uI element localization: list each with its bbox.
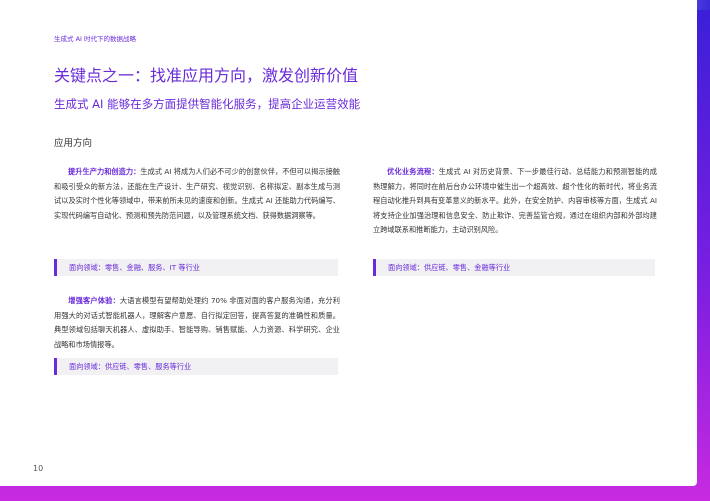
block-customer: 增强客户体验：大语言模型有望帮助处理约 70% 非面对面的客户服务沟通，充分利用… [54,294,340,352]
domain-tag: 面向领域：供应链、零售、服务等行业 [54,358,338,375]
page: 生成式 AI 时代下的数据战略 关键点之一：找准应用方向，激发创新价值 生成式 … [0,0,697,486]
domain-tag: 面向领域：供应链、零售、金融等行业 [373,259,655,276]
block-body: 生成式 AI 对历史背景、下一步最佳行动、总结能力和预测智能的成熟理解力，将同时… [373,167,657,235]
block-process: 优化业务流程：生成式 AI 对历史背景、下一步最佳行动、总结能力和预测智能的成熟… [373,165,657,238]
page-title: 关键点之一：找准应用方向，激发创新价值 [54,66,359,85]
page-subtitle: 生成式 AI 能够在多方面提供智能化服务，提高企业运营效能 [54,97,361,111]
block-lead: 提升生产力和创造力： [68,167,141,176]
page-number: 10 [33,464,44,473]
section-label: 应用方向 [54,138,93,149]
block-productivity: 提升生产力和创造力：生成式 AI 将成为人们必不可少的创意伙伴，不但可以揭示接触… [54,165,340,223]
block-lead: 增强客户体验： [68,296,120,305]
domain-tag: 面向领域：零售、金融、服务、IT 等行业 [54,259,338,276]
block-lead: 优化业务流程： [387,167,439,176]
running-header: 生成式 AI 时代下的数据战略 [54,35,136,43]
